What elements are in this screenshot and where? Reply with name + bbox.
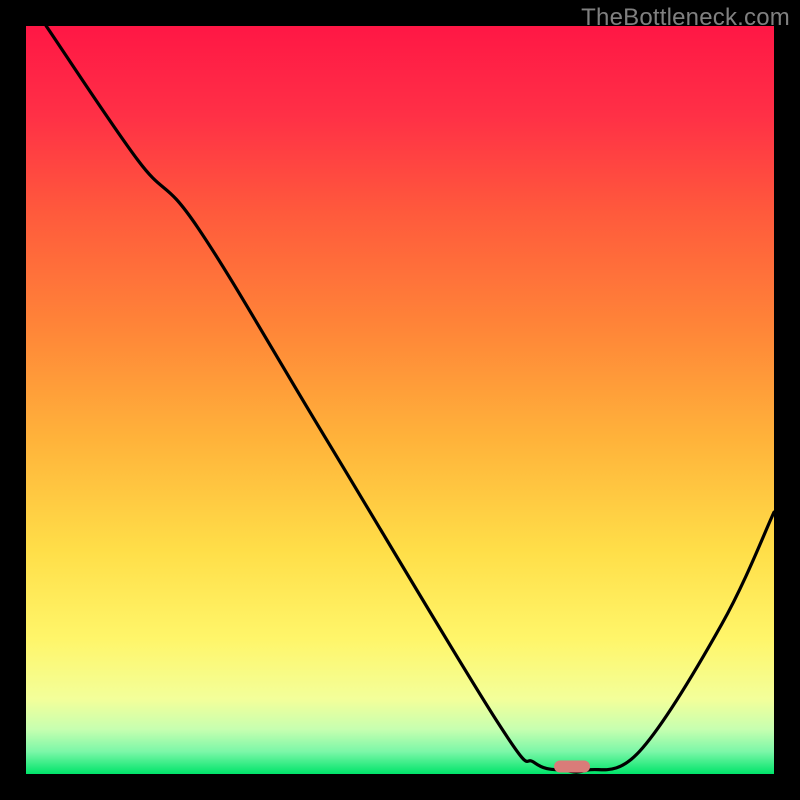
plot-area: [26, 26, 774, 774]
chart-frame: TheBottleneck.com: [0, 0, 800, 800]
bottleneck-chart: [26, 26, 774, 774]
gradient-background: [26, 26, 774, 774]
optimal-marker: [554, 761, 590, 773]
watermark-text: TheBottleneck.com: [581, 4, 790, 32]
